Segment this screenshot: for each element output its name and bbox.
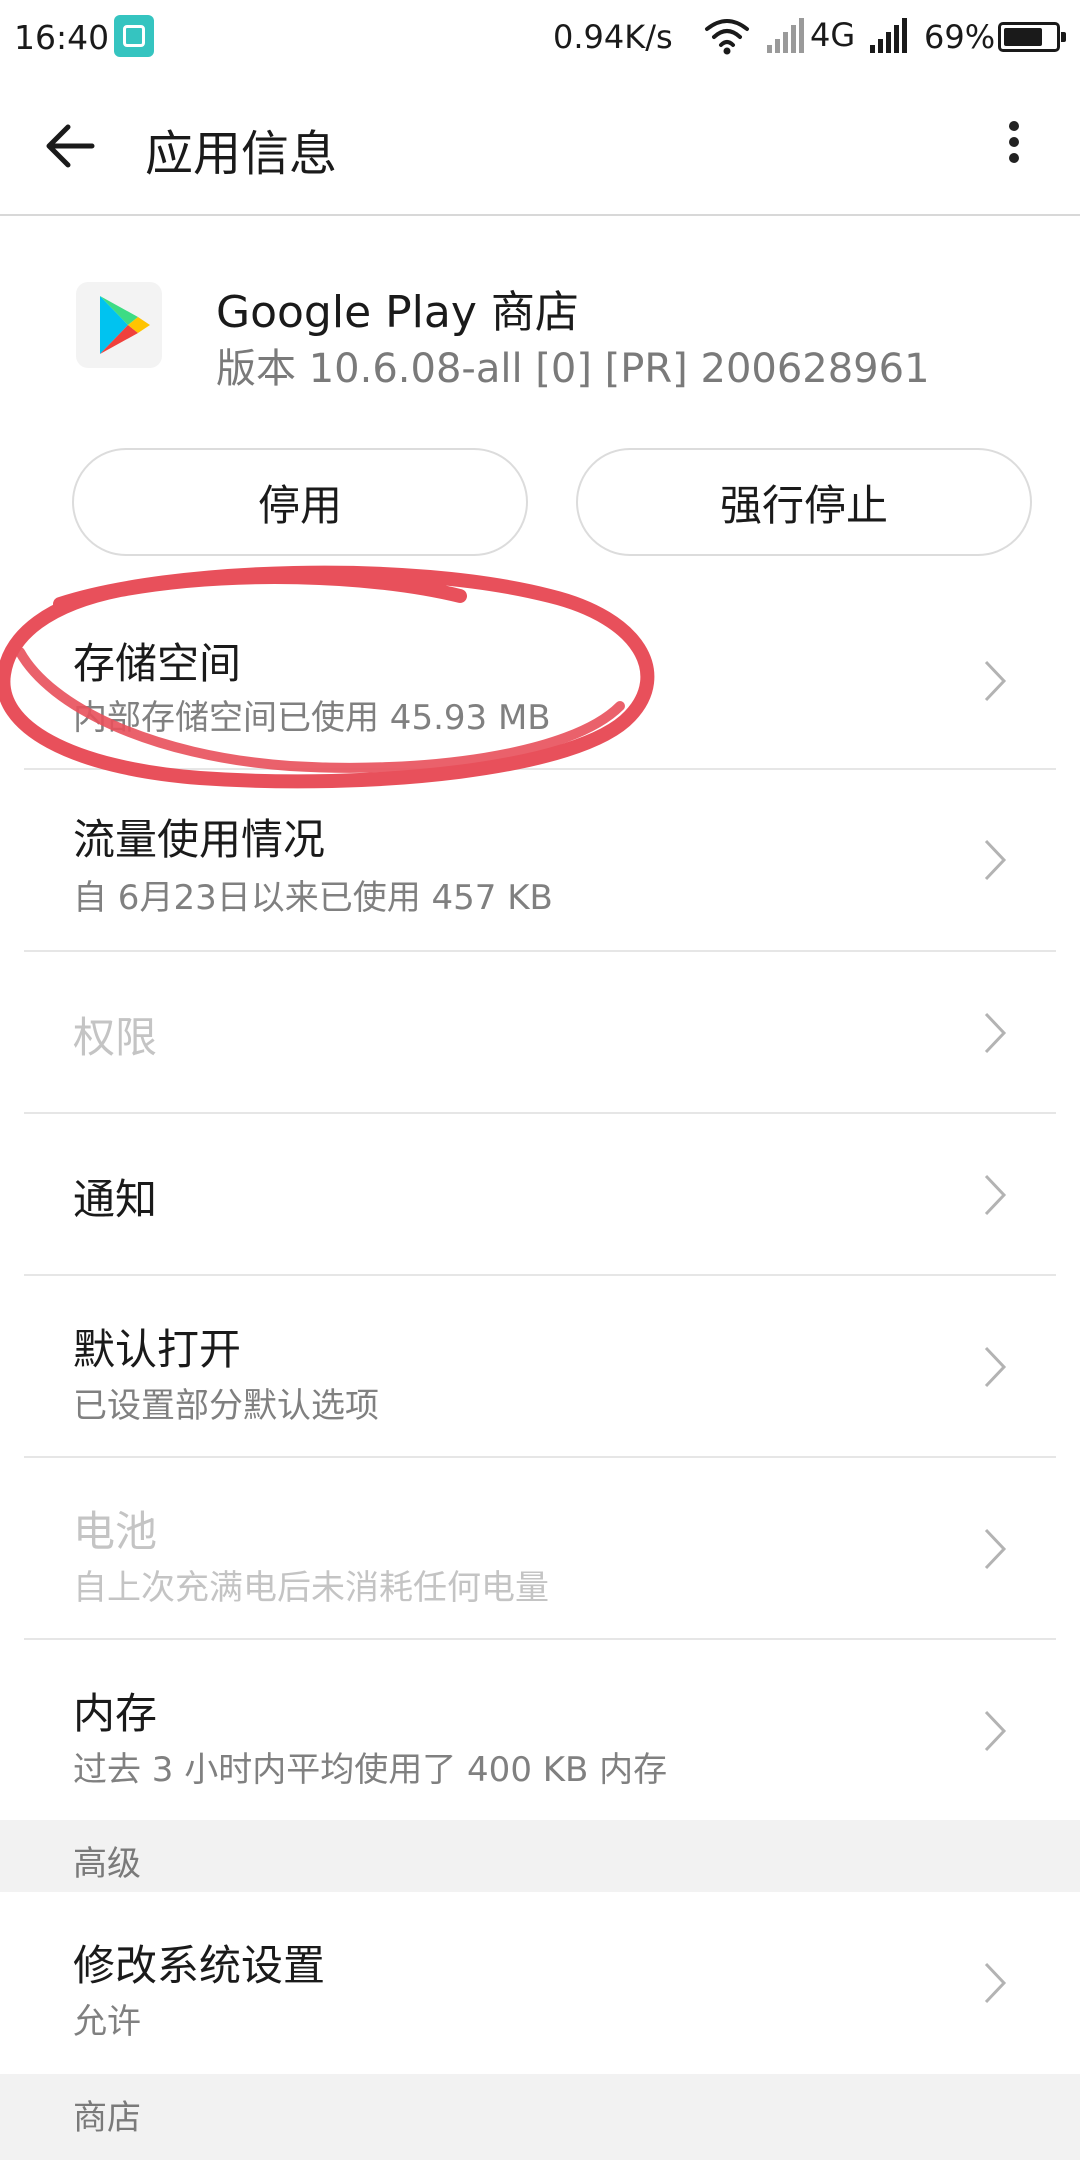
row-title: 电池 [73, 1507, 158, 1556]
wifi-icon [705, 19, 749, 55]
row-subtitle: 内部存储空间已使用 45.93 MB [73, 698, 551, 738]
memory-row[interactable]: 内存 过去 3 小时内平均使用了 400 KB 内存 [0, 1640, 1080, 1820]
section-label: 商店 [73, 2098, 141, 2138]
battery-icon [998, 22, 1066, 52]
row-title: 修改系统设置 [73, 1941, 326, 1990]
status-time: 16:40 [14, 18, 110, 57]
page-title: 应用信息 [145, 126, 338, 182]
row-title: 内存 [73, 1689, 158, 1738]
signal-icon [767, 18, 804, 53]
row-title: 权限 [73, 1013, 158, 1062]
storage-row[interactable]: 存储空间 内部存储空间已使用 45.93 MB [0, 620, 1080, 768]
status-bar: 16:40 0.94K/s 4G 69% [0, 0, 1080, 78]
row-title: 通知 [73, 1175, 158, 1224]
screen-capture-icon [114, 15, 154, 57]
modify-system-settings-row[interactable]: 修改系统设置 允许 [0, 1892, 1080, 2072]
chevron-right-icon [984, 1012, 1007, 1054]
row-title: 存储空间 [73, 639, 242, 688]
chevron-right-icon [984, 1528, 1007, 1570]
disable-button[interactable]: 停用 [72, 448, 528, 556]
chevron-right-icon [984, 1962, 1007, 2004]
force-stop-button[interactable]: 强行停止 [576, 448, 1032, 556]
chevron-right-icon [984, 1710, 1007, 1752]
row-subtitle: 自上次充满电后未消耗任何电量 [73, 1568, 549, 1608]
row-subtitle: 过去 3 小时内平均使用了 400 KB 内存 [73, 1750, 668, 1790]
signal-icon [870, 18, 907, 53]
section-label: 高级 [73, 1844, 141, 1884]
chevron-right-icon [984, 839, 1007, 881]
network-speed: 0.94K/s [553, 18, 673, 56]
chevron-right-icon [984, 660, 1007, 702]
row-title: 默认打开 [73, 1325, 242, 1374]
notifications-row[interactable]: 通知 [0, 1114, 1080, 1274]
row-subtitle: 已设置部分默认选项 [73, 1386, 379, 1426]
app-bar: 应用信息 [0, 78, 1080, 216]
row-subtitle: 允许 [73, 2002, 141, 2042]
arrow-left-icon[interactable] [40, 116, 100, 176]
row-title: 流量使用情况 [73, 815, 326, 864]
data-usage-row[interactable]: 流量使用情况 自 6月23日以来已使用 457 KB [0, 770, 1080, 950]
network-type: 4G [810, 16, 856, 54]
permissions-row[interactable]: 权限 [0, 952, 1080, 1112]
row-subtitle: 自 6月23日以来已使用 457 KB [73, 878, 553, 918]
battery-percent: 69% [924, 18, 996, 56]
section-header-store: 商店 [0, 2074, 1080, 2160]
chevron-right-icon [984, 1346, 1007, 1388]
open-by-default-row[interactable]: 默认打开 已设置部分默认选项 [0, 1276, 1080, 1456]
google-play-icon [76, 282, 162, 368]
app-name: Google Play 商店 [216, 287, 579, 338]
more-vertical-icon[interactable] [994, 116, 1034, 176]
section-header-advanced: 高级 [0, 1820, 1080, 1892]
battery-row[interactable]: 电池 自上次充满电后未消耗任何电量 [0, 1458, 1080, 1638]
app-version: 版本 10.6.08-all [0] [PR] 200628961 [216, 346, 930, 392]
chevron-right-icon [984, 1174, 1007, 1216]
